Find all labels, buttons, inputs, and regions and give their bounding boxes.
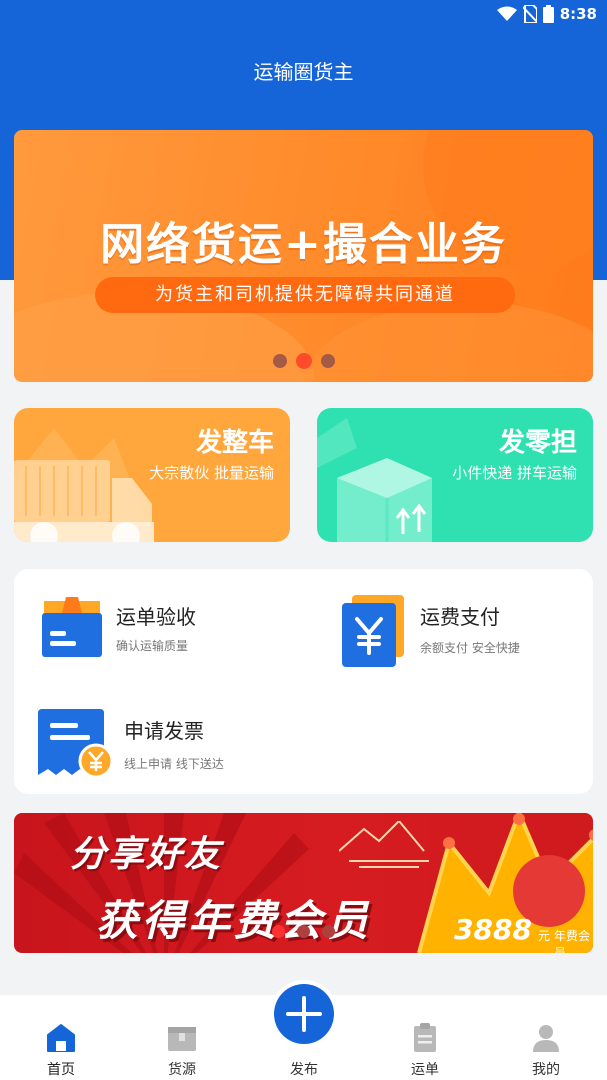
mountain-decor: [339, 821, 429, 868]
feature-title: 申请发票: [124, 719, 204, 743]
promo-headline: 分享好友: [70, 834, 223, 875]
wifi-icon: [496, 6, 517, 21]
tab-label: 首页: [47, 1062, 75, 1078]
box-icon: [42, 597, 102, 657]
home-icon: [47, 1024, 75, 1052]
feature-subtitle: 线上申请 线下送达: [124, 757, 224, 771]
pagination-dot[interactable]: [297, 925, 310, 938]
banner-headline: 网络货运+撮合业务: [100, 219, 507, 270]
full-truck-card[interactable]: 发整车 大宗散伙 批量运输: [14, 408, 290, 542]
package-icon: [317, 418, 432, 542]
feature-title: 运费支付: [420, 605, 500, 629]
tab-cargo-source[interactable]: 货源: [132, 995, 232, 1080]
promo-pagination: [272, 925, 335, 938]
tab-mine[interactable]: 我的: [496, 995, 596, 1080]
pagination-dot[interactable]: [322, 925, 335, 938]
feature-subtitle: 余额支付 安全快捷: [420, 641, 520, 655]
less-than-truckload-card[interactable]: 发零担 小件快递 拼车运输: [317, 408, 593, 542]
invoice-icon: [38, 709, 114, 779]
user-icon: [533, 1025, 559, 1052]
tab-label: 我的: [532, 1062, 560, 1078]
publish-button[interactable]: [274, 984, 334, 1044]
banner-tagline: 为货主和司机提供无障碍共同通道: [95, 277, 515, 313]
battery-icon: [542, 5, 554, 23]
yen-card-icon: [342, 595, 404, 667]
waybill-icon: [414, 1023, 436, 1052]
service-subtitle: 小件快递 拼车运输: [452, 464, 577, 482]
feature-subtitle: 确认运输质量: [116, 639, 189, 653]
feature-card: 运单验收 确认运输质量 运费支付 余额支付 安全快捷 申请发票 线上申请 线下送…: [14, 569, 593, 794]
tab-label: 发布: [290, 1062, 318, 1078]
pagination-dot[interactable]: [272, 354, 287, 368]
status-time: 8:38: [559, 5, 597, 23]
service-title: 发整车: [195, 428, 274, 458]
main-banner[interactable]: 网络货运+撮合业务 为货主和司机提供无障碍共同通道: [14, 130, 593, 382]
banner-pagination: [14, 353, 593, 369]
waybill-acceptance-item[interactable]: 运单验收 确认运输质量: [40, 595, 290, 665]
promo-subheadline: 获得年费会员: [96, 896, 373, 945]
no-sim-icon: [522, 5, 537, 23]
feature-title: 运单验收: [116, 605, 196, 629]
freight-payment-item[interactable]: 运费支付 余额支付 安全快捷: [340, 595, 590, 669]
pagination-dot[interactable]: [320, 354, 335, 368]
plus-icon: [286, 996, 322, 1032]
status-bar: 8:38: [0, 0, 607, 30]
tab-home[interactable]: 首页: [11, 995, 111, 1080]
pagination-dot-active[interactable]: [295, 353, 312, 369]
apply-invoice-item[interactable]: 申请发票 线上申请 线下送达: [38, 709, 298, 779]
promo-member-label: 年费会员: [554, 929, 591, 953]
tab-waybill[interactable]: 运单: [375, 995, 475, 1080]
page-title: 运输圈货主: [253, 60, 354, 84]
service-subtitle: 大宗散伙 批量运输: [149, 464, 274, 482]
banner-decor-wave: [303, 302, 593, 382]
promo-banner[interactable]: 分享好友 获得年费会员 3888 元 年费会员: [14, 813, 593, 953]
service-title: 发零担: [498, 428, 577, 458]
tab-label: 货源: [168, 1062, 196, 1078]
pagination-dot-active[interactable]: [272, 925, 285, 938]
promo-price: 3888: [454, 913, 532, 946]
cargo-source-icon: [168, 1027, 196, 1051]
promo-unit: 元: [538, 929, 551, 943]
tab-label: 运单: [411, 1062, 439, 1078]
